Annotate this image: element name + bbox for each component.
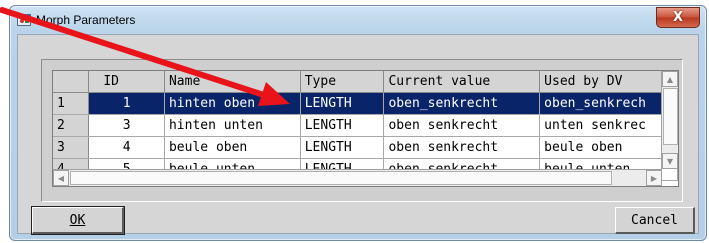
col-header-id[interactable]: ID (88, 71, 165, 93)
close-icon: X (672, 10, 684, 25)
col-header-type[interactable]: Type (300, 71, 385, 93)
close-button[interactable]: X (656, 7, 700, 28)
scroll-right-icon[interactable]: ▶ (646, 170, 662, 186)
cell-id[interactable]: 1 (88, 92, 165, 115)
cell-id[interactable]: 3 (88, 114, 165, 137)
title-bar[interactable]: Morph Parameters X (10, 6, 706, 34)
table-row[interactable]: 1 1 hinten oben LENGTH oben_senkrecht ob… (53, 92, 678, 115)
scroll-up-icon[interactable]: ▲ (662, 71, 678, 87)
col-header-current-value[interactable]: Current value (383, 71, 541, 93)
dialog-client-area: ID Name Type Current value Used by DV 1 … (17, 34, 699, 235)
scroll-down-icon[interactable]: ▼ (662, 153, 678, 169)
scroll-left-icon[interactable]: ◀ (53, 170, 69, 186)
cell-name[interactable]: hinten oben (164, 92, 301, 115)
row-number[interactable]: 1 (53, 92, 90, 115)
row-number[interactable]: 3 (53, 136, 90, 159)
cell-current-value[interactable]: oben senkrecht (383, 114, 541, 137)
parameters-group: ID Name Type Current value Used by DV 1 … (41, 59, 683, 202)
horizontal-scrollbar[interactable]: ◀ ▶ (53, 169, 662, 186)
cell-id[interactable]: 4 (88, 136, 165, 159)
col-header-rownum (53, 71, 90, 93)
cell-name[interactable]: hinten unten (164, 114, 301, 137)
table-header-row: ID Name Type Current value Used by DV (53, 71, 678, 93)
dialog-window: Morph Parameters X ID Name Type Current … (9, 5, 707, 241)
horizontal-scroll-thumb[interactable] (70, 171, 612, 185)
table-row[interactable]: 3 4 beule oben LENGTH oben senkrecht beu… (53, 136, 678, 159)
parameters-table: ID Name Type Current value Used by DV 1 … (52, 70, 679, 187)
table-row[interactable]: 2 3 hinten unten LENGTH oben senkrecht u… (53, 114, 678, 137)
row-number[interactable]: 2 (53, 114, 90, 137)
ok-button-label: OK (69, 212, 86, 228)
app-window-icon (17, 14, 31, 26)
col-header-used-by-dv[interactable]: Used by DV (539, 71, 678, 93)
cancel-button[interactable]: Cancel (615, 207, 695, 234)
cell-used-by-dv[interactable]: unten senkrec (539, 114, 678, 137)
col-header-name[interactable]: Name (164, 71, 301, 93)
cell-used-by-dv[interactable]: beule oben (539, 136, 678, 159)
cell-current-value[interactable]: oben senkrecht (383, 136, 541, 159)
cell-type[interactable]: LENGTH (300, 92, 385, 115)
vertical-scrollbar[interactable]: ▲ ▼ (661, 71, 678, 169)
ok-button[interactable]: OK (31, 206, 125, 235)
vertical-scroll-thumb[interactable] (663, 88, 678, 145)
cell-type[interactable]: LENGTH (300, 114, 385, 137)
cancel-button-label: Cancel (631, 212, 678, 228)
window-title: Morph Parameters (36, 13, 136, 27)
cell-type[interactable]: LENGTH (300, 136, 385, 159)
cell-used-by-dv[interactable]: oben_senkrech (539, 92, 678, 115)
cell-name[interactable]: beule oben (164, 136, 301, 159)
cell-current-value[interactable]: oben_senkrecht (383, 92, 541, 115)
